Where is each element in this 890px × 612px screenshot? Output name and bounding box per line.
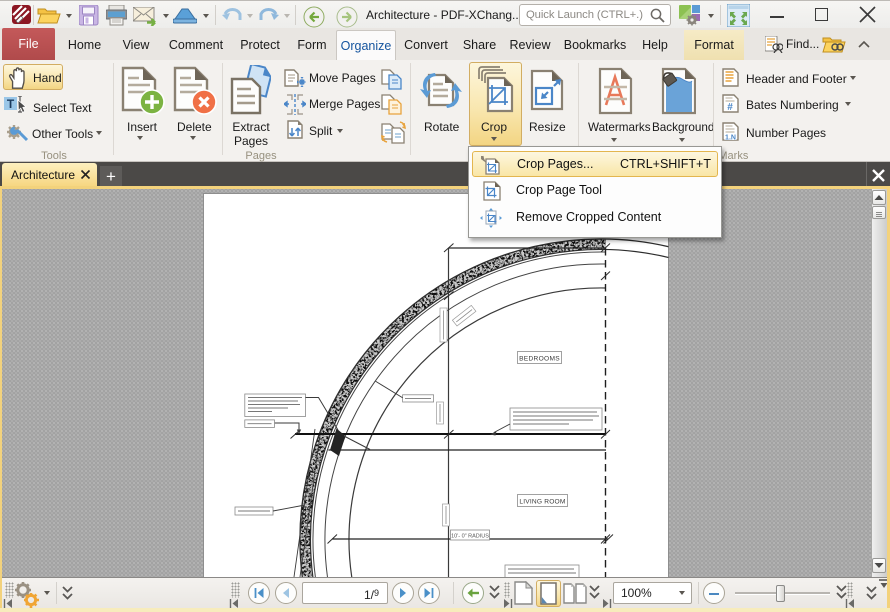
svg-text:BEDROOMS: BEDROOMS	[519, 355, 560, 362]
svg-text:10'- 0" RADIUS: 10'- 0" RADIUS	[451, 534, 489, 540]
svg-text:LIVING ROOM: LIVING ROOM	[519, 498, 565, 505]
svg-text:#: #	[727, 102, 733, 113]
svg-text:T: T	[7, 97, 15, 111]
svg-text:1.N: 1.N	[725, 135, 736, 142]
